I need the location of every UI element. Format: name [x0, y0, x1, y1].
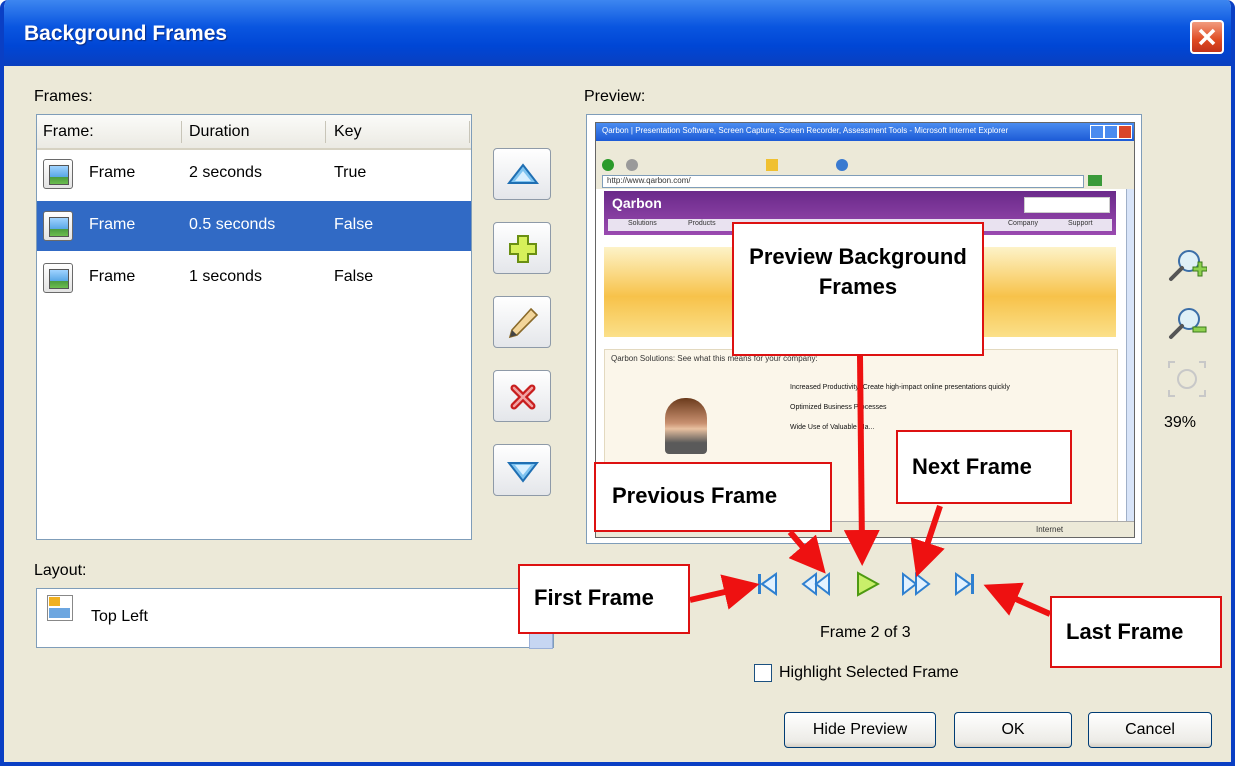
cancel-button[interactable]: Cancel	[1088, 712, 1212, 748]
ok-button[interactable]: OK	[954, 712, 1072, 748]
arrow-preview	[843, 355, 880, 566]
arrow-first	[689, 574, 760, 610]
arrow-previous	[787, 530, 826, 574]
callout-arrows	[689, 355, 1052, 617]
arrow-next	[910, 505, 945, 578]
arrow-last	[983, 582, 1052, 617]
background-frames-dialog: Background Frames Frames: Frame: Duratio…	[0, 0, 1235, 766]
hide-preview-button[interactable]: Hide Preview	[784, 712, 936, 748]
